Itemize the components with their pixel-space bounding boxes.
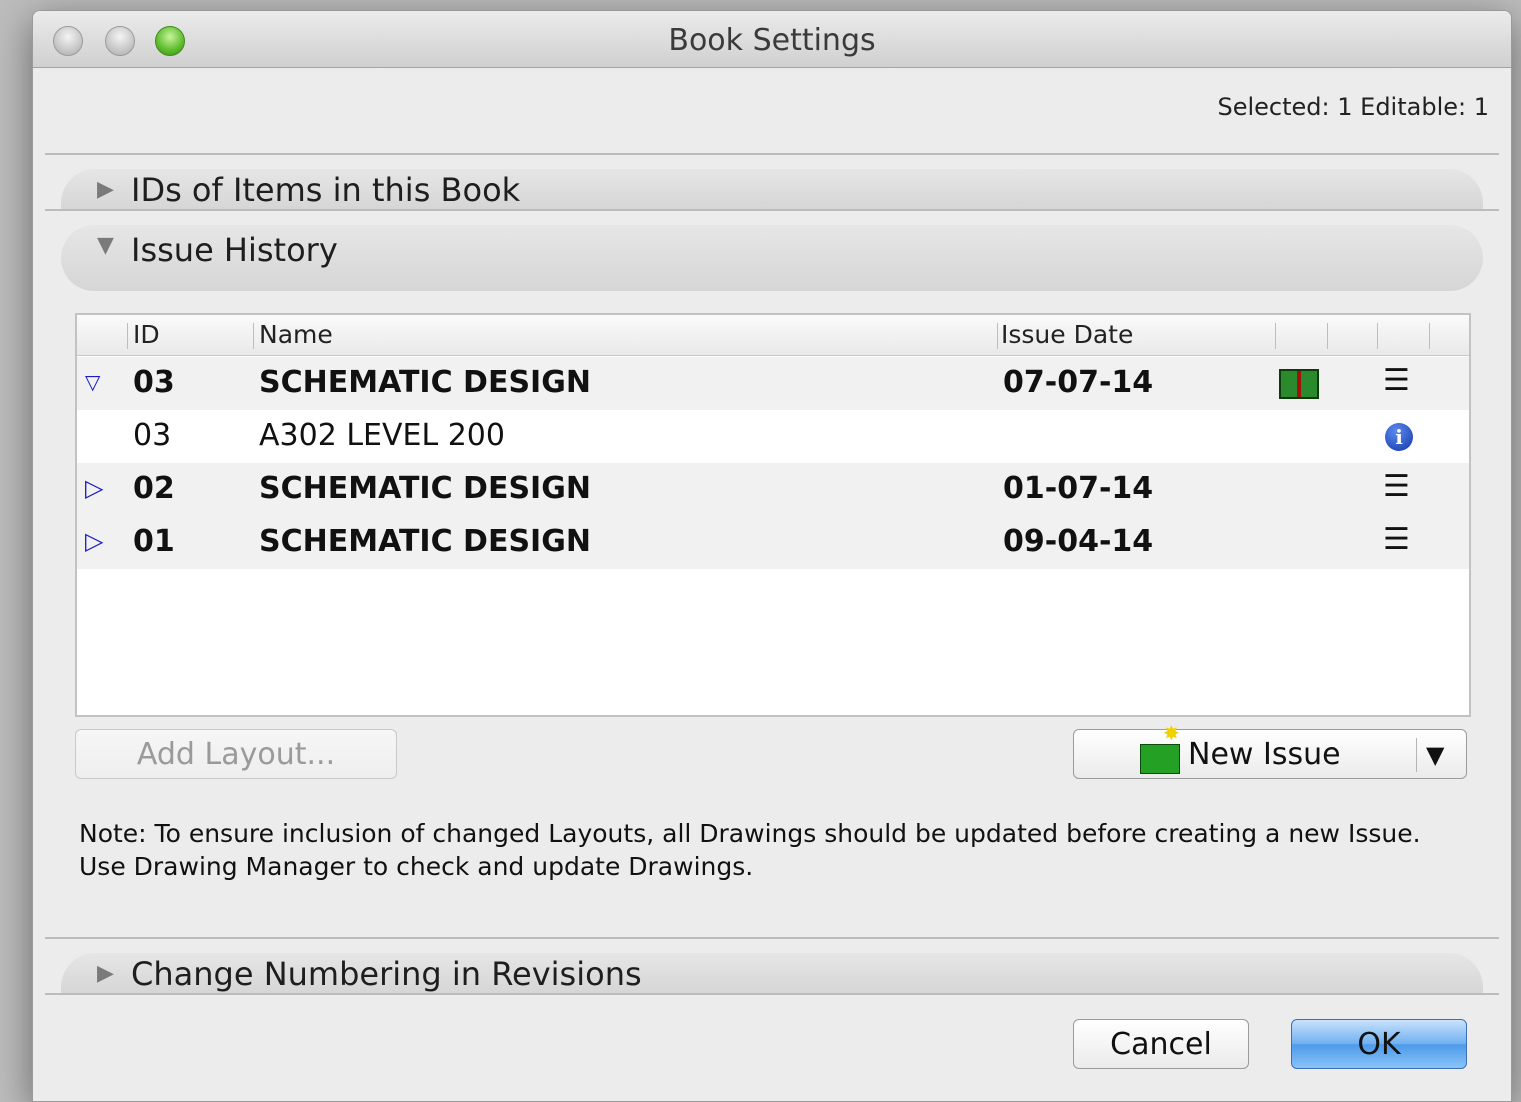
selection-status: Selected: 1 Editable: 1: [1217, 93, 1490, 121]
disclosure-collapsed-icon[interactable]: ▷: [85, 474, 103, 502]
divider: [45, 937, 1499, 939]
cell-name: SCHEMATIC DESIGN: [259, 365, 591, 400]
book-settings-dialog: Book Settings Selected: 1 Editable: 1 ▶ …: [32, 10, 1512, 1102]
table-header: ID Name Issue Date: [77, 315, 1469, 356]
list-icon[interactable]: ☰: [1383, 472, 1410, 502]
column-header-name[interactable]: Name: [259, 320, 333, 349]
book-icon: [1279, 369, 1319, 399]
column-header-id[interactable]: ID: [133, 320, 160, 349]
section-change-numbering[interactable]: ▶ Change Numbering in Revisions: [61, 953, 1483, 993]
section-label: Change Numbering in Revisions: [131, 955, 642, 993]
new-issue-button[interactable]: New Issue ▼: [1073, 723, 1467, 780]
table-row[interactable]: ▷ 01 SCHEMATIC DESIGN 09-04-14 ☰: [77, 516, 1469, 569]
new-issue-label: New Issue: [1188, 737, 1341, 772]
section-issue-history[interactable]: ▼ Issue History: [61, 225, 1483, 291]
section-label: IDs of Items in this Book: [131, 171, 521, 209]
disclosure-collapsed-icon: ▶: [97, 177, 114, 202]
cell-id: 03: [133, 418, 172, 453]
new-issue-icon: [1140, 723, 1180, 774]
info-icon[interactable]: i: [1385, 423, 1413, 451]
table-row[interactable]: ▷ 02 SCHEMATIC DESIGN 01-07-14 ☰: [77, 463, 1469, 516]
add-layout-button[interactable]: Add Layout...: [75, 729, 397, 779]
issue-history-table: ID Name Issue Date ▽ 03 SCHEMATIC DESIGN…: [75, 313, 1471, 717]
divider: [45, 153, 1499, 155]
cancel-button[interactable]: Cancel: [1073, 1019, 1249, 1069]
cell-name: SCHEMATIC DESIGN: [259, 524, 591, 559]
cell-issue-date: 01-07-14: [1003, 471, 1154, 506]
cell-id: 02: [133, 471, 175, 506]
note-text: Note: To ensure inclusion of changed Lay…: [79, 819, 1421, 881]
cell-name: SCHEMATIC DESIGN: [259, 471, 591, 506]
section-ids-of-items[interactable]: ▶ IDs of Items in this Book: [61, 169, 1483, 209]
table-row[interactable]: 03 A302 LEVEL 200 i: [77, 410, 1469, 463]
divider: [45, 209, 1499, 211]
cell-id: 03: [133, 365, 175, 400]
section-label: Issue History: [131, 231, 338, 269]
list-icon[interactable]: ☰: [1383, 366, 1410, 396]
ok-button[interactable]: OK: [1291, 1019, 1467, 1069]
cell-name: A302 LEVEL 200: [259, 418, 505, 453]
disclosure-expanded-icon: ▼: [97, 233, 114, 258]
disclosure-expanded-icon[interactable]: ▽: [85, 370, 100, 394]
cell-id: 01: [133, 524, 175, 559]
dropdown-arrow-icon[interactable]: ▼: [1426, 730, 1462, 780]
title-bar: Book Settings: [33, 11, 1511, 68]
table-row[interactable]: ▽ 03 SCHEMATIC DESIGN 07-07-14 ☰: [77, 357, 1469, 410]
disclosure-collapsed-icon[interactable]: ▷: [85, 527, 103, 555]
divider: [45, 993, 1499, 995]
cell-issue-date: 09-04-14: [1003, 524, 1154, 559]
cell-issue-date: 07-07-14: [1003, 365, 1154, 400]
window-title: Book Settings: [668, 23, 876, 58]
column-header-issue-date[interactable]: Issue Date: [1001, 320, 1133, 349]
list-icon[interactable]: ☰: [1383, 525, 1410, 555]
disclosure-collapsed-icon: ▶: [97, 961, 114, 986]
